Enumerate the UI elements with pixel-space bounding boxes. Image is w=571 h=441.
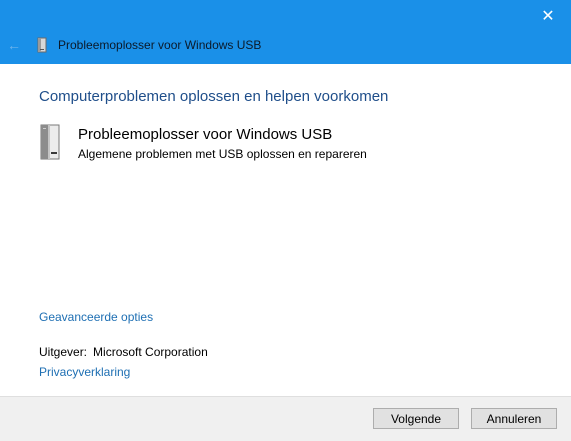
troubleshooter-title: Probleemoplosser voor Windows USB	[78, 126, 333, 143]
publisher-label: Uitgever:	[39, 345, 88, 359]
publisher-info: Uitgever: Microsoft Corporation	[39, 345, 208, 359]
footer-bar: Volgende Annuleren	[0, 396, 571, 441]
back-arrow-icon: ←	[7, 37, 21, 53]
close-button[interactable]: ✕	[525, 0, 571, 32]
back-button[interactable]: ←	[4, 34, 24, 56]
troubleshooter-description: Algemene problemen met USB oplossen en r…	[78, 147, 367, 161]
publisher-value: Microsoft Corporation	[93, 345, 208, 359]
cancel-button[interactable]: Annuleren	[471, 408, 557, 429]
next-button[interactable]: Volgende	[373, 408, 459, 429]
window-title: Probleemoplosser voor Windows USB	[58, 38, 262, 52]
privacy-statement-link[interactable]: Privacyverklaring	[39, 365, 130, 379]
advanced-options-link[interactable]: Geavanceerde opties	[39, 310, 153, 324]
title-bar: ✕ ← Probleemoplosser voor Windows USB	[0, 0, 571, 64]
page-heading: Computerproblemen oplossen en helpen voo…	[39, 88, 389, 105]
usb-drive-icon	[40, 124, 60, 160]
usb-drive-icon	[37, 37, 47, 53]
close-icon: ✕	[541, 8, 555, 25]
